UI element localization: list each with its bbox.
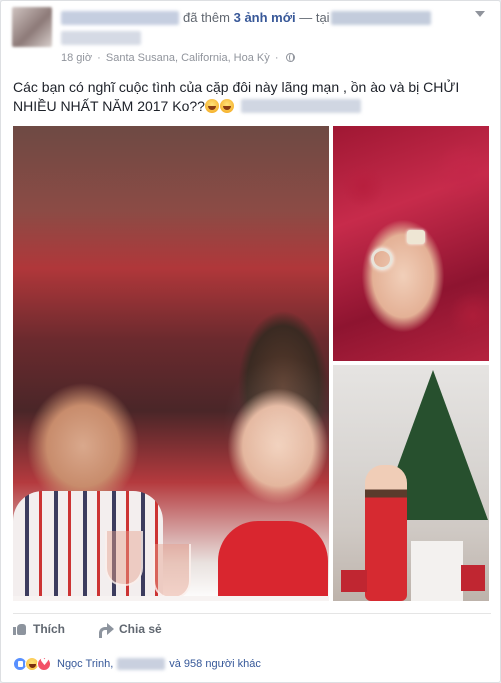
- photo-detail: [13, 596, 329, 601]
- added-photos-link[interactable]: 3 ảnh mới: [234, 10, 296, 25]
- photo-detail: [105, 531, 143, 586]
- globe-icon[interactable]: [285, 53, 295, 62]
- post-text: Các bạn có nghĩ cuộc tình của cặp đôi nà…: [13, 78, 493, 116]
- place-blurred[interactable]: [331, 11, 431, 25]
- post-menu-button[interactable]: [472, 11, 488, 21]
- reactions-summary[interactable]: Ngọc Trinh, và 958 người khác: [13, 657, 261, 671]
- post-card: đã thêm 3 ảnh mới — tại 18 giờ · Santa S…: [0, 0, 501, 683]
- author-name-blurred[interactable]: [61, 11, 179, 25]
- laughing-emoji-icon: [219, 99, 234, 113]
- share-arrow-icon: [99, 622, 114, 638]
- post-action-text: đã thêm 3 ảnh mới — tại: [183, 10, 330, 25]
- reactor-name-blurred[interactable]: [117, 658, 166, 670]
- post-actions-bar: Thích Chia sẻ: [13, 613, 491, 643]
- photo-detail: [371, 248, 393, 270]
- photo-detail: [153, 544, 191, 599]
- laughing-emoji-icon: [204, 99, 219, 113]
- photo-detail: [461, 565, 485, 591]
- photo-main[interactable]: [13, 126, 329, 601]
- photo-detail: [218, 521, 328, 601]
- subtitle-blurred: [61, 31, 141, 45]
- love-reaction-icon: [37, 657, 51, 671]
- photo-detail: [407, 230, 425, 244]
- at-label: — tại: [299, 10, 330, 25]
- photo-christmas-tree[interactable]: [333, 365, 489, 601]
- reactor-name[interactable]: Ngọc Trinh,: [57, 658, 113, 670]
- photo-detail: [365, 465, 407, 601]
- share-label: Chia sẻ: [119, 621, 162, 636]
- share-button[interactable]: Chia sẻ: [85, 621, 162, 638]
- chevron-down-icon: [475, 11, 485, 17]
- like-label: Thích: [33, 621, 65, 636]
- post-time[interactable]: 18 giờ: [61, 52, 92, 64]
- meta-separator: ·: [97, 52, 101, 64]
- post-location[interactable]: Santa Susana, California, Hoa Kỳ: [106, 52, 270, 64]
- photo-ring[interactable]: [333, 126, 489, 361]
- thumbs-up-icon: [13, 622, 27, 635]
- post-text-content: Các bạn có nghĩ cuộc tình của cặp đôi nà…: [13, 79, 460, 114]
- tagged-text-blurred[interactable]: [240, 99, 361, 113]
- post-meta: 18 giờ · Santa Susana, California, Hoa K…: [61, 52, 295, 64]
- like-button[interactable]: Thích: [13, 622, 65, 636]
- photo-detail: [341, 570, 367, 592]
- photo-detail: [411, 475, 463, 601]
- added-prefix: đã thêm: [183, 10, 230, 25]
- author-avatar[interactable]: [12, 7, 52, 47]
- meta-separator-2: ·: [274, 52, 279, 64]
- reactors-count[interactable]: và 958 người khác: [169, 658, 261, 670]
